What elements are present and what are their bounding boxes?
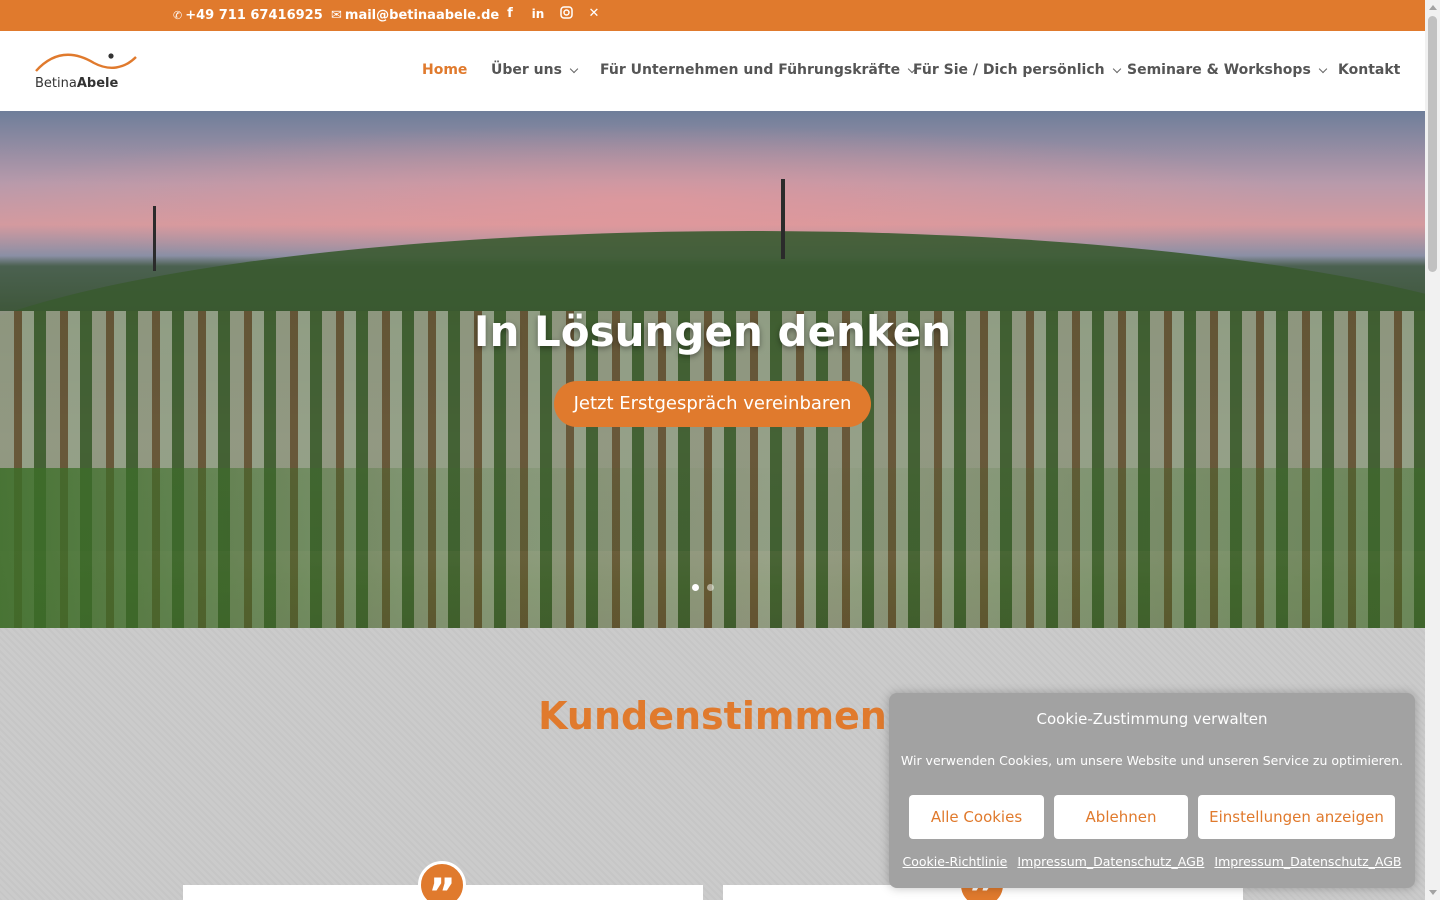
site-header: BetinaAbele Home Über uns Für Unternehme…	[0, 31, 1425, 111]
nav-label: Kontakt	[1338, 62, 1401, 78]
logo-swoosh-icon	[35, 53, 137, 72]
phone-icon: ✆	[173, 9, 183, 22]
cookie-title: Cookie-Zustimmung verwalten	[1036, 710, 1268, 728]
hero-slider: In Lösungen denken Jetzt Erstgespräch ve…	[0, 111, 1425, 628]
nav-label: Über uns	[491, 62, 562, 78]
slider-dot[interactable]	[692, 584, 699, 591]
slider-dot[interactable]	[707, 584, 714, 591]
nav-label: Home	[422, 62, 468, 78]
scroll-up-icon[interactable]	[1429, 5, 1437, 10]
chevron-down-icon	[1112, 64, 1121, 73]
radio-tower-image	[153, 206, 156, 271]
imprint-link-2[interactable]: Impressum_Datenschutz_AGB	[1214, 854, 1401, 869]
hero-greenery	[0, 468, 1425, 628]
cta-button[interactable]: Jetzt Erstgespräch vereinbaren	[554, 381, 871, 427]
tv-tower-image	[781, 179, 785, 259]
cookie-policy-link[interactable]: Cookie-Richtlinie	[903, 854, 1008, 869]
imprint-link[interactable]: Impressum_Datenschutz_AGB	[1017, 854, 1204, 869]
nav-label: Für Unternehmen und Führungskräfte	[600, 62, 901, 78]
deny-button[interactable]: Ablehnen	[1054, 795, 1188, 839]
cookie-links: Cookie-Richtlinie Impressum_Datenschutz_…	[889, 854, 1415, 869]
logo-wordmark: BetinaAbele	[35, 76, 118, 91]
nav-item-kontakt[interactable]: Kontakt	[1338, 62, 1400, 78]
logo-last-name: Abele	[76, 76, 119, 91]
scroll-down-icon[interactable]	[1429, 890, 1437, 895]
cookie-text: Wir verwenden Cookies, um unsere Website…	[900, 753, 1404, 768]
envelope-icon: ✉	[331, 8, 342, 23]
top-bar: ✆ +49 711 67416925 ✉ mail@betinaabele.de…	[0, 0, 1425, 31]
site-logo[interactable]: BetinaAbele	[34, 49, 138, 93]
xing-icon[interactable]: ✕	[587, 6, 601, 22]
nav-item-seminare[interactable]: Seminare & Workshops	[1127, 62, 1328, 78]
email-link[interactable]: ✉ mail@betinaabele.de	[331, 8, 499, 23]
social-links: f in ✕	[503, 6, 601, 22]
nav-item-unternehmen[interactable]: Für Unternehmen und Führungskräfte	[600, 62, 917, 78]
chevron-down-icon	[1318, 64, 1328, 73]
linkedin-icon[interactable]: in	[531, 6, 545, 22]
phone-link[interactable]: ✆ +49 711 67416925	[173, 8, 323, 23]
hero-title: In Lösungen denken	[473, 307, 952, 356]
nav-item-persoenlich[interactable]: Für Sie / Dich persönlich	[913, 62, 1121, 78]
nav-item-ueber-uns[interactable]: Über uns	[491, 62, 579, 78]
quote-icon: ”	[418, 861, 466, 900]
page-scrollbar[interactable]	[1425, 0, 1440, 900]
chevron-down-icon	[569, 64, 579, 73]
nav-label: Seminare & Workshops	[1127, 62, 1311, 78]
slider-dots	[692, 584, 714, 591]
phone-number: +49 711 67416925	[185, 8, 323, 23]
instagram-icon[interactable]	[559, 6, 573, 22]
accept-all-button[interactable]: Alle Cookies	[909, 795, 1044, 839]
logo-first-name: Betina	[35, 76, 77, 91]
nav-label: Für Sie / Dich persönlich	[913, 62, 1105, 78]
show-settings-button[interactable]: Einstellungen anzeigen	[1198, 795, 1395, 839]
email-address: mail@betinaabele.de	[344, 8, 500, 23]
scrollbar-thumb[interactable]	[1428, 16, 1437, 272]
cookie-consent-dialog: Cookie-Zustimmung verwalten Wir verwende…	[889, 693, 1415, 888]
facebook-icon[interactable]: f	[503, 6, 517, 22]
nav-item-home[interactable]: Home	[422, 62, 467, 78]
